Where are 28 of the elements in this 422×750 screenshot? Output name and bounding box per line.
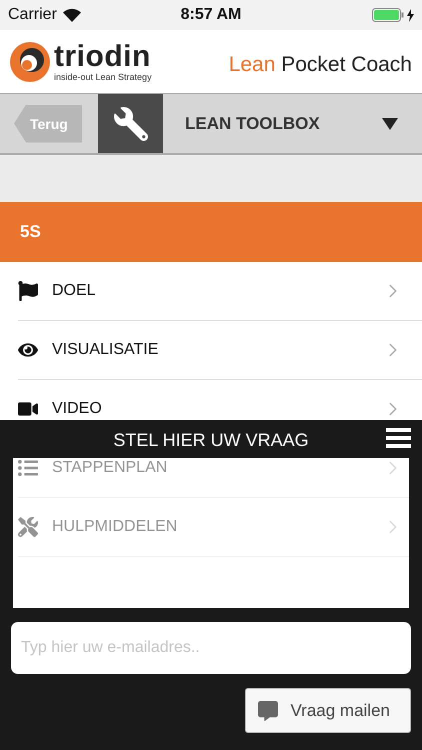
menu-item[interactable]: DOEL: [18, 262, 422, 321]
logo-name: triodin: [54, 42, 152, 72]
speech-bubble-icon: [258, 700, 278, 720]
menu-item-label: VIDEO: [52, 400, 103, 418]
wifi-icon: [62, 8, 81, 22]
flag-icon: [18, 281, 38, 301]
menu-item-label: VISUALISATIE: [52, 341, 160, 359]
battery-icon: [372, 8, 404, 22]
send-button[interactable]: Vraag mailen: [245, 688, 411, 733]
tools-icon: [18, 517, 38, 537]
menu-item[interactable]: VISUALISATIE: [18, 321, 422, 380]
logo-icon: [10, 42, 50, 82]
toolbox-title[interactable]: LEAN TOOLBOX: [163, 94, 382, 153]
carrier-label: Carrier: [8, 6, 57, 24]
menu-icon[interactable]: [386, 428, 411, 448]
charging-icon: [407, 8, 414, 22]
menu-item-label: DOEL: [52, 282, 97, 300]
menu-item-label: STAPPENPLAN: [52, 459, 168, 477]
list-icon: [18, 458, 38, 478]
email-field[interactable]: Typ hier uw e-mailadres..: [11, 622, 411, 674]
wrench-icon: [114, 106, 148, 140]
menu-item-label: HULPMIDDELEN: [52, 518, 178, 536]
caret-icon[interactable]: [382, 118, 398, 130]
logo-tagline: inside-out Lean Strategy: [54, 72, 152, 82]
app-title: Lean Pocket Coach: [228, 52, 412, 76]
section-title: 5S: [20, 222, 41, 242]
status-time: 8:57 AM: [180, 6, 242, 24]
question-field[interactable]: [0, 458, 422, 608]
